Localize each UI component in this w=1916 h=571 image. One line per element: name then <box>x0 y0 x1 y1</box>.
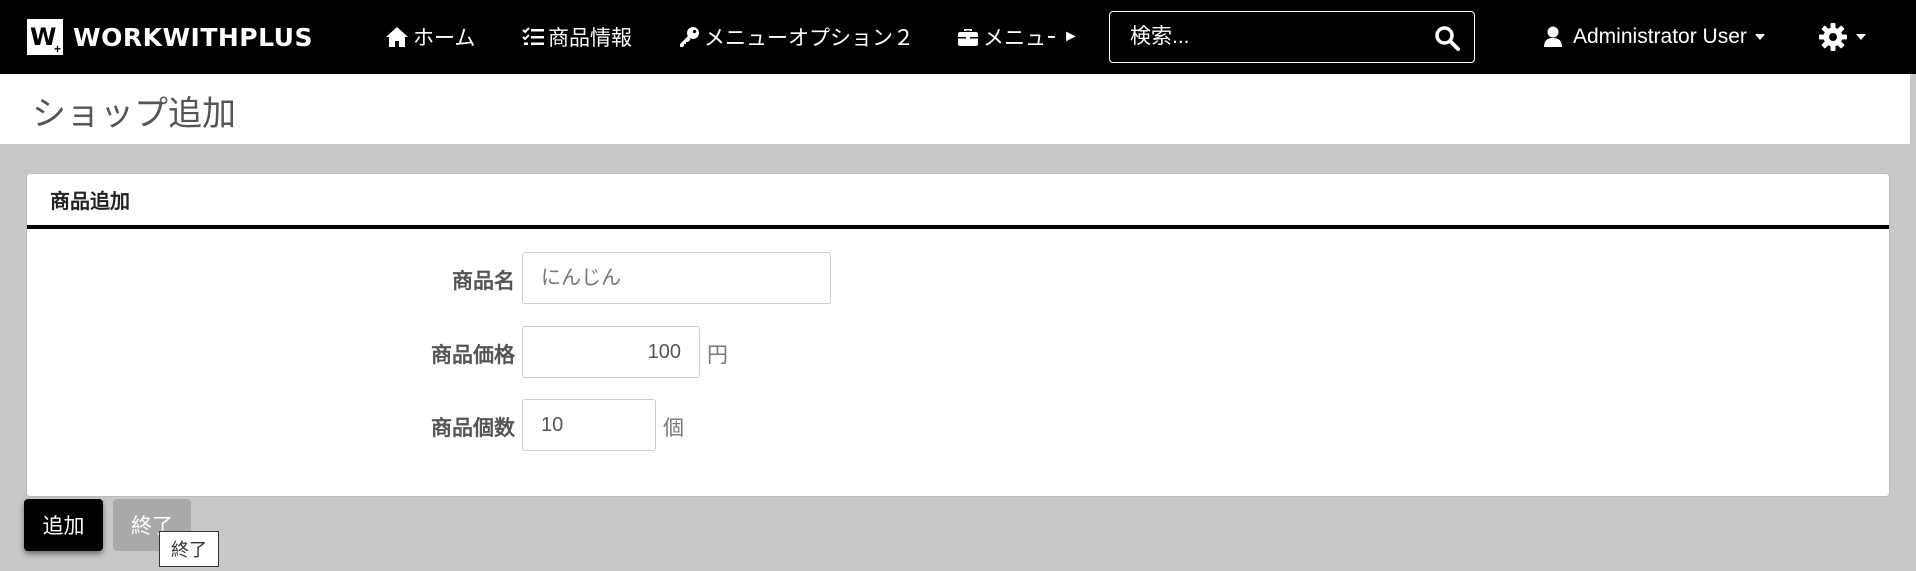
nav-item-product-info[interactable]: 商品情報 <box>522 20 632 54</box>
search-input[interactable] <box>1110 25 1410 49</box>
list-check-icon <box>522 27 544 45</box>
nav-item-product-info-label: 商品情報 <box>548 27 632 50</box>
product-price-label: 商品価格 <box>431 344 515 367</box>
nav-item-home-label: ホーム <box>413 27 476 50</box>
nav-item-home[interactable]: ホーム <box>385 20 475 54</box>
brand[interactable]: W + WORKWITHPLUS <box>27 18 313 56</box>
key-icon <box>680 27 699 47</box>
nav-item-menu-option-2-label: メニューオプション２ <box>704 27 914 50</box>
nav-item-menu-option-3-label: メニューオプション３ <box>983 27 1055 50</box>
brand-logo-letter: W <box>30 23 57 51</box>
product-add-card: 商品追加 商品名 商品価格 円 商品個数 個 <box>26 173 1890 497</box>
search-icon[interactable] <box>1434 25 1460 51</box>
product-name-input[interactable] <box>522 252 831 304</box>
home-icon <box>386 27 408 47</box>
chevron-down-icon <box>1754 34 1765 40</box>
price-unit: 円 <box>707 344 728 367</box>
user-icon <box>1544 26 1562 47</box>
gear-icon <box>1819 23 1847 51</box>
top-navbar: W + WORKWITHPLUS ホーム 商品情報 メニューオプション２ メニュ… <box>0 0 1916 74</box>
product-name-label: 商品名 <box>452 270 515 293</box>
end-button-tooltip: 終了 <box>159 531 219 567</box>
product-quantity-label: 商品個数 <box>431 417 515 440</box>
card-title: 商品追加 <box>27 174 1889 229</box>
add-button[interactable]: 追加 <box>24 499 103 551</box>
chevron-down-icon <box>1856 34 1866 40</box>
brand-name: WORKWITHPLUS <box>73 22 313 52</box>
user-menu[interactable]: Administrator User <box>1543 20 1765 54</box>
page-title: ショップ追加 <box>32 95 236 133</box>
nav-item-menu-option-2[interactable]: メニューオプション２ <box>678 20 914 54</box>
settings-menu[interactable] <box>1818 20 1866 54</box>
brand-logo: W + <box>27 19 63 55</box>
page-header: ショップ追加 <box>0 74 1910 144</box>
quantity-unit: 個 <box>663 417 684 440</box>
briefcase-icon <box>958 29 978 46</box>
submenu-arrow-icon: ► <box>1063 28 1079 45</box>
nav-item-menu-option-3[interactable]: メニューオプション３ ► <box>957 20 1097 54</box>
product-quantity-input[interactable] <box>522 399 656 451</box>
brand-logo-plus: + <box>53 42 61 56</box>
product-price-input[interactable] <box>522 326 700 378</box>
search-box <box>1109 11 1475 63</box>
user-name: Administrator User <box>1573 25 1747 48</box>
